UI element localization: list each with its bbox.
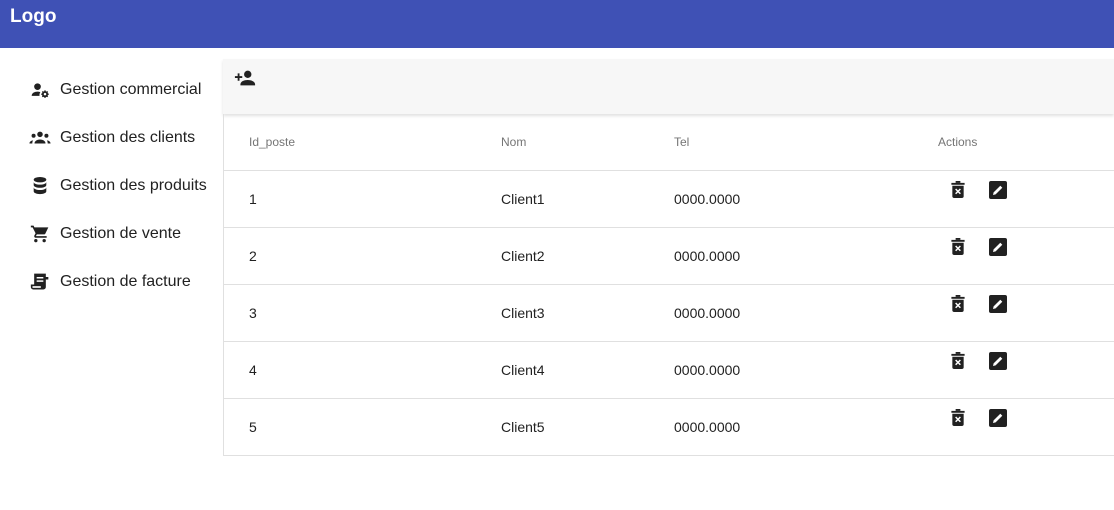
top-app-bar: Logo (0, 0, 1114, 48)
table-row: 2 Client2 0000.0000 (224, 228, 1114, 285)
delete-forever-icon (951, 409, 965, 431)
table-row: 4 Client4 0000.0000 (224, 342, 1114, 399)
cell-id: 5 (249, 419, 257, 435)
cell-nom: Client5 (501, 419, 545, 435)
cell-nom: Client4 (501, 362, 545, 378)
sidebar-item-label: Gestion de vente (60, 225, 181, 242)
cell-tel: 0000.0000 (674, 191, 741, 207)
table-row: 5 Client5 0000.0000 (224, 399, 1114, 456)
delete-forever-icon (951, 295, 965, 317)
delete-forever-icon (951, 181, 965, 203)
edit-icon (989, 408, 1007, 432)
sidebar-item-gestion-de-vente[interactable]: Gestion de vente (0, 210, 222, 258)
delete-button[interactable] (947, 295, 969, 317)
user-settings-icon (29, 79, 51, 101)
table-header: Id_poste Nom Tel Actions (224, 114, 1114, 171)
delete-forever-icon (951, 352, 965, 374)
edit-icon (989, 351, 1007, 375)
table-row: 3 Client3 0000.0000 (224, 285, 1114, 342)
cell-id: 1 (249, 191, 257, 207)
sidebar-item-label: Gestion des produits (60, 177, 207, 194)
column-header-actions: Actions (938, 135, 978, 149)
cell-tel: 0000.0000 (674, 305, 741, 321)
sidebar-item-label: Gestion de facture (60, 273, 191, 290)
toolbar (223, 59, 1114, 114)
delete-button[interactable] (947, 352, 969, 374)
receipt-icon (29, 271, 51, 293)
edit-button[interactable] (987, 180, 1009, 204)
logo[interactable]: Logo (10, 6, 56, 28)
column-header-tel[interactable]: Tel (674, 135, 689, 149)
cell-id: 4 (249, 362, 257, 378)
edit-button[interactable] (987, 408, 1009, 432)
sidebar-item-gestion-des-produits[interactable]: Gestion des produits (0, 162, 222, 210)
cell-id: 3 (249, 305, 257, 321)
sidebar-item-label: Gestion des clients (60, 129, 196, 146)
cell-nom: Client1 (501, 191, 545, 207)
cell-id: 2 (249, 248, 257, 264)
cell-tel: 0000.0000 (674, 248, 741, 264)
person-add-icon (234, 67, 256, 94)
edit-button[interactable] (987, 237, 1009, 261)
sidebar-item-gestion-des-clients[interactable]: Gestion des clients (0, 114, 222, 162)
cell-tel: 0000.0000 (674, 419, 741, 435)
sidebar-item-gestion-commercial[interactable]: Gestion commercial (0, 66, 222, 114)
group-icon (29, 127, 51, 149)
cell-tel: 0000.0000 (674, 362, 741, 378)
cell-nom: Client2 (501, 248, 545, 264)
column-header-id[interactable]: Id_poste (249, 135, 295, 149)
table-row: 1 Client1 0000.0000 (224, 171, 1114, 228)
edit-icon (989, 294, 1007, 318)
edit-icon (989, 237, 1007, 261)
clients-table: Id_poste Nom Tel Actions 1 Client1 0000.… (223, 114, 1114, 456)
edit-button[interactable] (987, 294, 1009, 318)
database-icon (29, 175, 51, 197)
delete-button[interactable] (947, 409, 969, 431)
cell-nom: Client3 (501, 305, 545, 321)
delete-button[interactable] (947, 181, 969, 203)
add-client-button[interactable] (233, 68, 257, 92)
shopping-cart-icon (29, 223, 51, 245)
main-content: Id_poste Nom Tel Actions 1 Client1 0000.… (223, 59, 1114, 456)
column-header-nom[interactable]: Nom (501, 135, 526, 149)
delete-forever-icon (951, 238, 965, 260)
sidebar-item-label: Gestion commercial (60, 81, 202, 98)
edit-icon (989, 180, 1007, 204)
sidebar-item-gestion-de-facture[interactable]: Gestion de facture (0, 258, 222, 306)
delete-button[interactable] (947, 238, 969, 260)
edit-button[interactable] (987, 351, 1009, 375)
